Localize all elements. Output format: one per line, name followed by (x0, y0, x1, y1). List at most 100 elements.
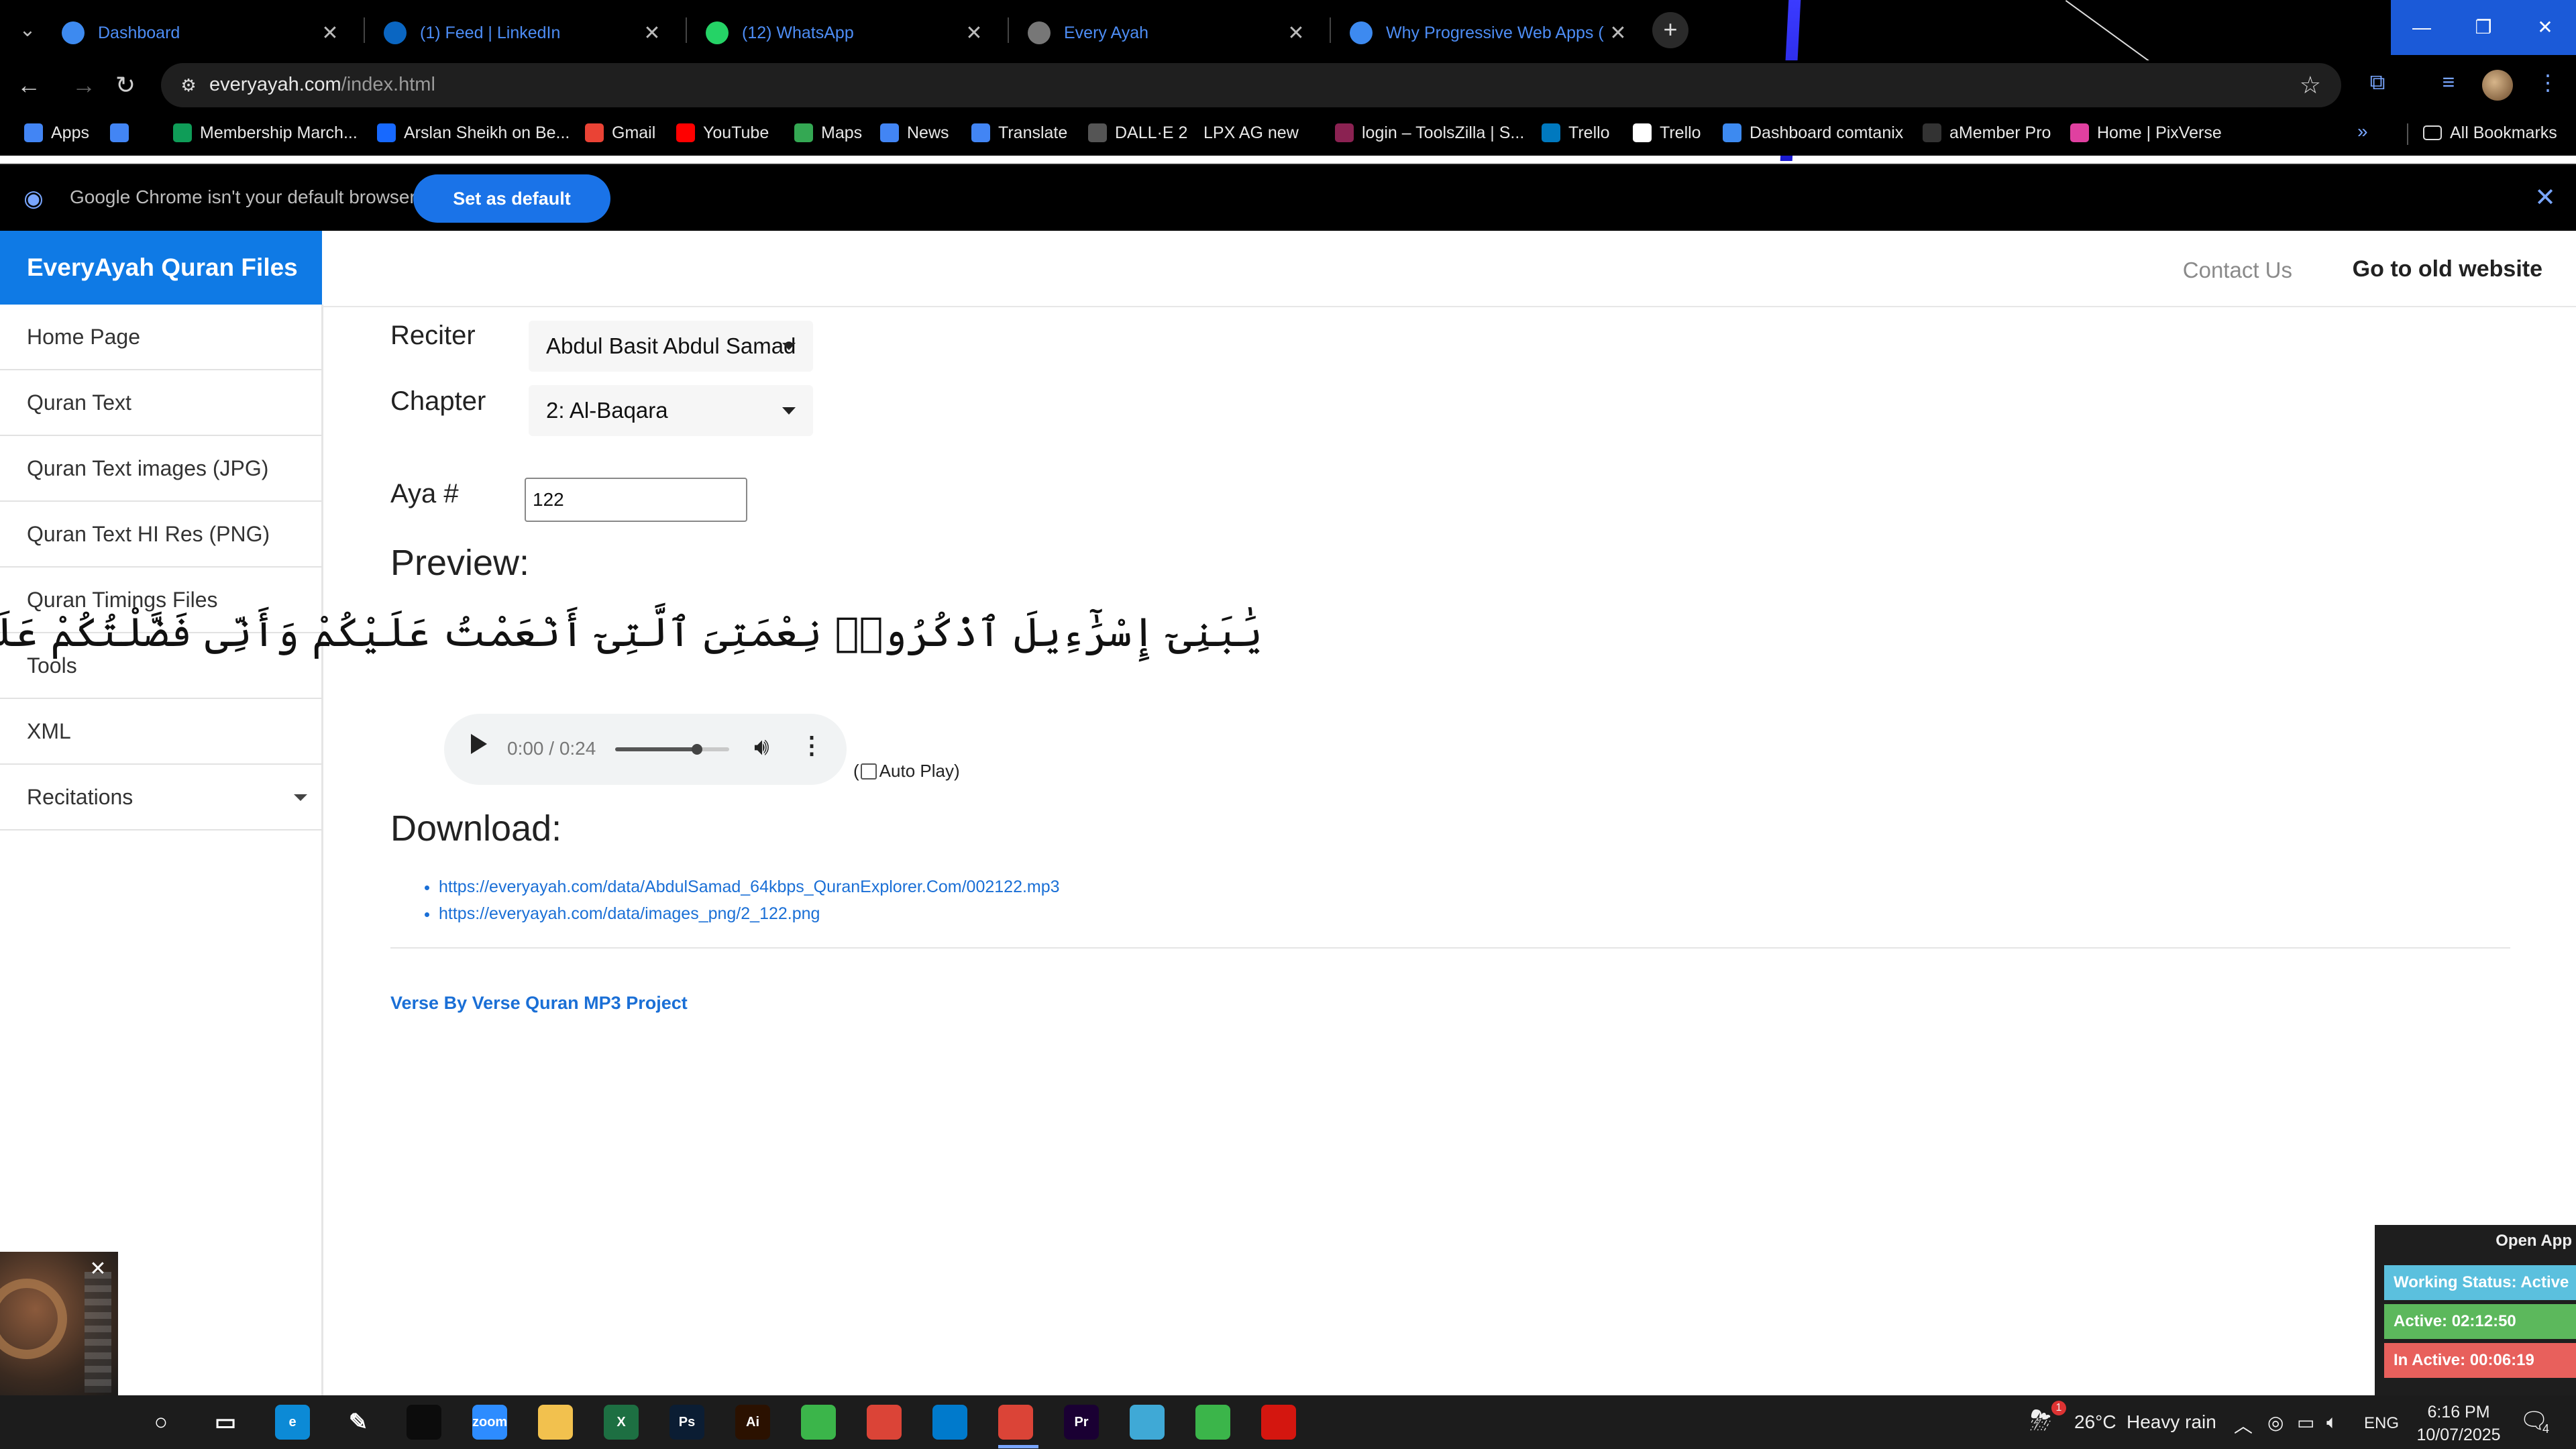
bookmark-item[interactable]: Gmail (585, 121, 655, 145)
bookmark-item[interactable]: Trello (1542, 121, 1610, 145)
sidebar-item-quran-text-images-jpg[interactable]: Quran Text images (JPG) (0, 436, 322, 502)
menu-kebab-icon[interactable]: ⋮ (2532, 70, 2564, 95)
profile-avatar[interactable] (2482, 70, 2513, 101)
bookmark-item[interactable]: aMember Pro (1923, 121, 2051, 145)
thumbnail-close-icon[interactable]: ✕ (86, 1257, 110, 1281)
png-download-link[interactable]: https://everyayah.com/data/images_png/2_… (439, 904, 820, 923)
browser-tab[interactable]: (1) Feed | LinkedIn ✕ (370, 5, 679, 60)
language-indicator[interactable]: ENG (2364, 1414, 2399, 1433)
bookmark-item[interactable]: Membership March... (173, 121, 358, 145)
bookmark-item[interactable]: Dashboard comtanix (1723, 121, 1903, 145)
browser-tab[interactable]: Dashboard ✕ (48, 5, 357, 60)
meet-icon[interactable]: ◎ (2267, 1411, 2284, 1434)
chrome-icon[interactable] (867, 1405, 902, 1440)
bookmark-item[interactable]: Apps (24, 121, 89, 145)
network-icon[interactable]: ▭ (2297, 1411, 2314, 1434)
bookmark-label: Maps (821, 123, 863, 142)
bookmark-item[interactable]: Trello (1633, 121, 1701, 145)
more-bookmarks-icon[interactable]: » (2357, 121, 2368, 142)
excel-icon[interactable]: X (604, 1405, 639, 1440)
working-status: Working Status: Active (2384, 1265, 2576, 1300)
tab-close-icon[interactable]: ✕ (639, 21, 665, 45)
browser-tab[interactable]: (12) WhatsApp ✕ (692, 5, 1001, 60)
sidebar-item-quran-text-hi-res-png[interactable]: Quran Text HI Res (PNG) (0, 502, 322, 568)
audio-seek-bar[interactable] (615, 744, 729, 755)
clock[interactable]: 6:16 PM 10/07/2025 (2408, 1401, 2509, 1446)
set-as-default-button[interactable]: Set as default (413, 174, 610, 223)
illustrator-icon[interactable]: Ai (735, 1405, 770, 1440)
sidebar-item-quran-text[interactable]: Quran Text (0, 370, 322, 436)
player-menu-icon[interactable]: ⋮ (800, 731, 824, 759)
bookmark-item[interactable]: Home | PixVerse (2070, 121, 2222, 145)
forward-icon[interactable]: → (67, 68, 101, 102)
autoplay-checkbox[interactable] (860, 763, 877, 780)
chapter-dropdown[interactable]: 2: Al-Baqara (529, 385, 813, 436)
site-brand[interactable]: EveryAyah Quran Files (0, 231, 322, 305)
new-tab-button[interactable]: + (1652, 12, 1688, 48)
audio-seek-handle[interactable] (692, 744, 703, 755)
weather-desc[interactable]: Heavy rain (2127, 1411, 2216, 1433)
chrome-profile-icon[interactable] (998, 1405, 1033, 1440)
bookmark-item[interactable] (110, 121, 137, 145)
tray-chevron-icon[interactable]: ︿ (2234, 1411, 2253, 1438)
extensions-icon[interactable]: ⧉ (2361, 70, 2394, 95)
sidebar-item-home-page[interactable]: Home Page (0, 305, 322, 370)
restore-icon[interactable]: ❐ (2453, 0, 2514, 55)
play-icon[interactable] (471, 734, 487, 754)
browser-tab[interactable]: Why Progressive Web Apps (PV ✕ (1336, 5, 1645, 60)
close-window-icon[interactable]: ✕ (2514, 0, 2576, 55)
search-icon[interactable]: ○ (144, 1405, 178, 1440)
address-bar[interactable]: ⚙ everyayah.com/index.html ☆ (161, 63, 2341, 107)
weather-temp[interactable]: 26°C (2074, 1411, 2116, 1433)
green-app-2-icon[interactable] (1195, 1405, 1230, 1440)
tab-search-icon[interactable]: ⌄ (9, 12, 46, 48)
bookmark-item[interactable]: LPX AG new (1203, 121, 1299, 145)
bookmark-item[interactable]: login – ToolsZilla | S... (1335, 121, 1524, 145)
weather-icon[interactable]: ⛈ (2030, 1406, 2051, 1436)
globe-icon (1028, 21, 1051, 44)
url-text[interactable]: everyayah.com/index.html (209, 74, 435, 96)
bookmark-item[interactable]: News (880, 121, 949, 145)
minimize-icon[interactable]: — (2391, 0, 2453, 55)
volume-tray-icon[interactable]: 🔈︎ (2326, 1411, 2338, 1434)
task-view-icon[interactable]: ▭ (208, 1405, 243, 1440)
volume-icon[interactable]: 🔊︎ (754, 733, 769, 761)
browser-tab[interactable]: Every Ayah ✕ (1014, 5, 1323, 60)
old-website-link[interactable]: Go to old website (2353, 256, 2542, 282)
tab-close-icon[interactable]: ✕ (317, 21, 343, 45)
blue-app-icon[interactable] (1130, 1405, 1165, 1440)
sidebar-item-xml[interactable]: XML (0, 699, 322, 765)
contact-us-link[interactable]: Contact Us (2183, 258, 2292, 283)
bookmark-item[interactable]: Maps (794, 121, 862, 145)
pen-icon[interactable]: ✎ (341, 1405, 376, 1440)
bookmark-item[interactable]: Translate (971, 121, 1067, 145)
premiere-icon[interactable]: Pr (1064, 1405, 1099, 1440)
project-link[interactable]: Verse By Verse Quran MP3 Project (390, 993, 688, 1014)
green-app-icon[interactable] (801, 1405, 836, 1440)
tab-close-icon[interactable]: ✕ (1605, 21, 1631, 45)
reading-list-icon[interactable]: ≡ (2432, 70, 2465, 95)
vscode-icon[interactable] (932, 1405, 967, 1440)
bookmark-item[interactable]: Arslan Sheikh on Be... (377, 121, 570, 145)
all-bookmarks-folder[interactable]: All Bookmarks (2423, 121, 2557, 145)
zoom-icon[interactable]: zoom (472, 1405, 507, 1440)
open-app-button[interactable]: Open App (2496, 1232, 2572, 1250)
photoshop-icon[interactable]: Ps (669, 1405, 704, 1440)
back-icon[interactable]: ← (12, 68, 46, 102)
bookmark-item[interactable]: YouTube (676, 121, 769, 145)
sidebar-item-recitations[interactable]: Recitations (0, 765, 322, 830)
acrobat-icon[interactable] (1261, 1405, 1296, 1440)
aya-number-input[interactable] (525, 478, 747, 522)
terminal-icon[interactable] (407, 1405, 441, 1440)
tab-close-icon[interactable]: ✕ (1283, 21, 1309, 45)
file-explorer-icon[interactable] (538, 1405, 573, 1440)
mp3-download-link[interactable]: https://everyayah.com/data/AbdulSamad_64… (439, 877, 1060, 896)
edge-icon[interactable]: e (275, 1405, 310, 1440)
site-info-icon[interactable]: ⚙ (176, 72, 201, 98)
tab-close-icon[interactable]: ✕ (961, 21, 987, 45)
bookmark-item[interactable]: DALL·E 2 (1088, 121, 1187, 145)
bookmark-star-icon[interactable]: ☆ (2300, 71, 2321, 99)
reciter-dropdown[interactable]: Abdul Basit Abdul Samad (529, 321, 813, 372)
reload-icon[interactable]: ↻ (109, 68, 142, 102)
infobar-close-icon[interactable]: ✕ (2534, 182, 2556, 213)
